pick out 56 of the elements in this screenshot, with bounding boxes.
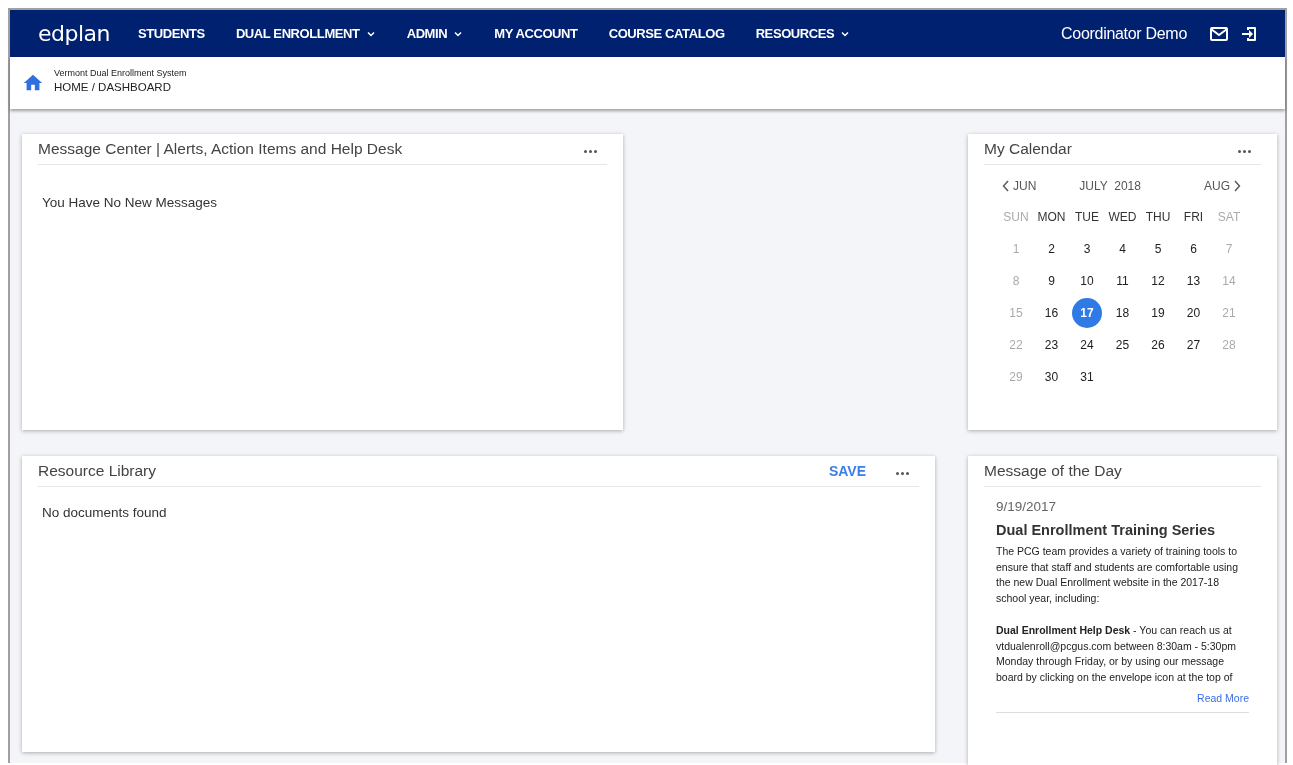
calendar-day[interactable]: 16 xyxy=(1036,298,1067,328)
nav-item[interactable]: ADMIN xyxy=(406,26,464,41)
logo[interactable]: edplan xyxy=(38,21,110,46)
calendar-day[interactable]: 25 xyxy=(1107,330,1138,360)
message-paragraph: Dual Enrollment Help Desk - You can reach us at vtdualenroll@pcgus.com between 8:30am - 5:30pm Monday through Friday, or by using our message board by clicking on the envelope icon at the top of xyxy=(996,622,1238,685)
calendar-day[interactable]: 17 xyxy=(1072,298,1102,328)
calendar-day[interactable]: 4 xyxy=(1107,234,1138,264)
calendar-day[interactable]: 12 xyxy=(1143,266,1173,296)
card-title: Message Center | Alerts, Action Items and Help Desk xyxy=(38,140,404,158)
calendar-day[interactable]: 30 xyxy=(1036,362,1067,392)
card-title: Message of the Day xyxy=(984,462,1123,480)
message-headline: Dual Enrollment Training Series xyxy=(996,522,1217,538)
message-date: 9/19/2017 xyxy=(996,499,1058,514)
calendar-day[interactable]: 20 xyxy=(1178,298,1209,328)
calendar-day[interactable]: 27 xyxy=(1178,330,1209,360)
calendar-day[interactable]: 23 xyxy=(1036,330,1067,360)
weekday-label: SUN xyxy=(1003,209,1029,226)
empty-message: You Have No New Messages xyxy=(42,195,219,210)
weekday-label: MON xyxy=(1037,209,1066,226)
calendar-day[interactable]: 19 xyxy=(1143,298,1173,328)
user-name[interactable]: Coordinator Demo xyxy=(1061,24,1187,43)
chevron-left-icon xyxy=(1002,180,1010,192)
weekday-label: FRI xyxy=(1183,209,1204,226)
calendar-day[interactable]: 24 xyxy=(1072,330,1102,360)
calendar-day[interactable]: 31 xyxy=(1072,362,1102,392)
calendar-day[interactable]: 9 xyxy=(1036,266,1067,296)
calendar-day[interactable]: 5 xyxy=(1143,234,1173,264)
read-more-link[interactable]: Read More xyxy=(1197,691,1249,704)
weekday-label: THU xyxy=(1145,209,1171,226)
calendar-day[interactable]: 3 xyxy=(1072,234,1102,264)
nav-item[interactable]: RESOURCES xyxy=(755,26,851,41)
calendar-day[interactable]: 11 xyxy=(1107,266,1138,296)
card-title: Resource Library xyxy=(38,462,158,480)
nav-item[interactable]: MY ACCOUNT xyxy=(494,26,578,41)
message-paragraph: The PCG team provides a variety of training tools to ensure that staff and students are comfortable using the new Dual Enrollment website in the 2017-18 school year, including: xyxy=(996,544,1240,607)
calendar-day[interactable]: 13 xyxy=(1178,266,1209,296)
weekday-label: WED xyxy=(1108,209,1137,226)
save-button[interactable]: SAVE xyxy=(828,463,866,479)
chevron-right-icon xyxy=(1233,180,1241,192)
calendar-day[interactable]: 18 xyxy=(1107,298,1138,328)
weekday-label: TUE xyxy=(1075,209,1099,226)
nav-item[interactable]: DUAL ENROLLMENT xyxy=(235,26,376,41)
next-month-button[interactable]: AUG xyxy=(1204,179,1241,193)
card-title: My Calendar xyxy=(984,140,1073,158)
system-name: Vermont Dual Enrollment System xyxy=(54,67,187,78)
weekday-label: SAT xyxy=(1217,209,1241,226)
previous-month-button[interactable]: JUN xyxy=(1002,179,1037,193)
calendar-day[interactable]: 10 xyxy=(1072,266,1102,296)
empty-message: No documents found xyxy=(42,505,168,520)
calendar-day[interactable]: 26 xyxy=(1143,330,1173,360)
calendar-day[interactable]: 6 xyxy=(1178,234,1209,264)
nav-item[interactable]: COURSE CATALOG xyxy=(608,26,725,41)
calendar-day[interactable]: 2 xyxy=(1036,234,1067,264)
breadcrumb-path: HOME / DASHBOARD xyxy=(54,80,172,93)
nav-item[interactable]: STUDENTS xyxy=(138,26,205,41)
month-label: JULY 2018 xyxy=(1079,179,1141,193)
